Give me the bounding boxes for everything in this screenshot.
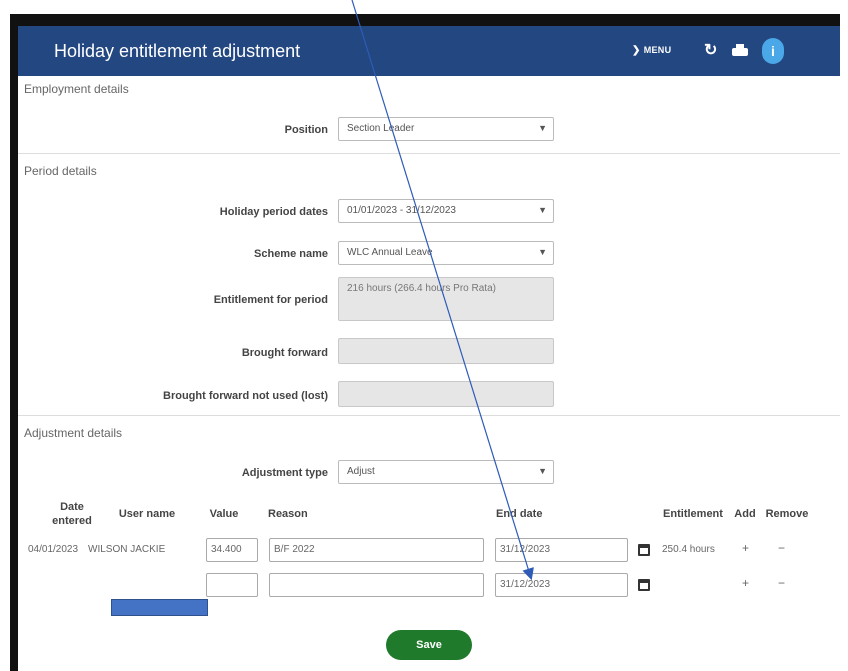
annotation-arrow: [351, 0, 534, 581]
